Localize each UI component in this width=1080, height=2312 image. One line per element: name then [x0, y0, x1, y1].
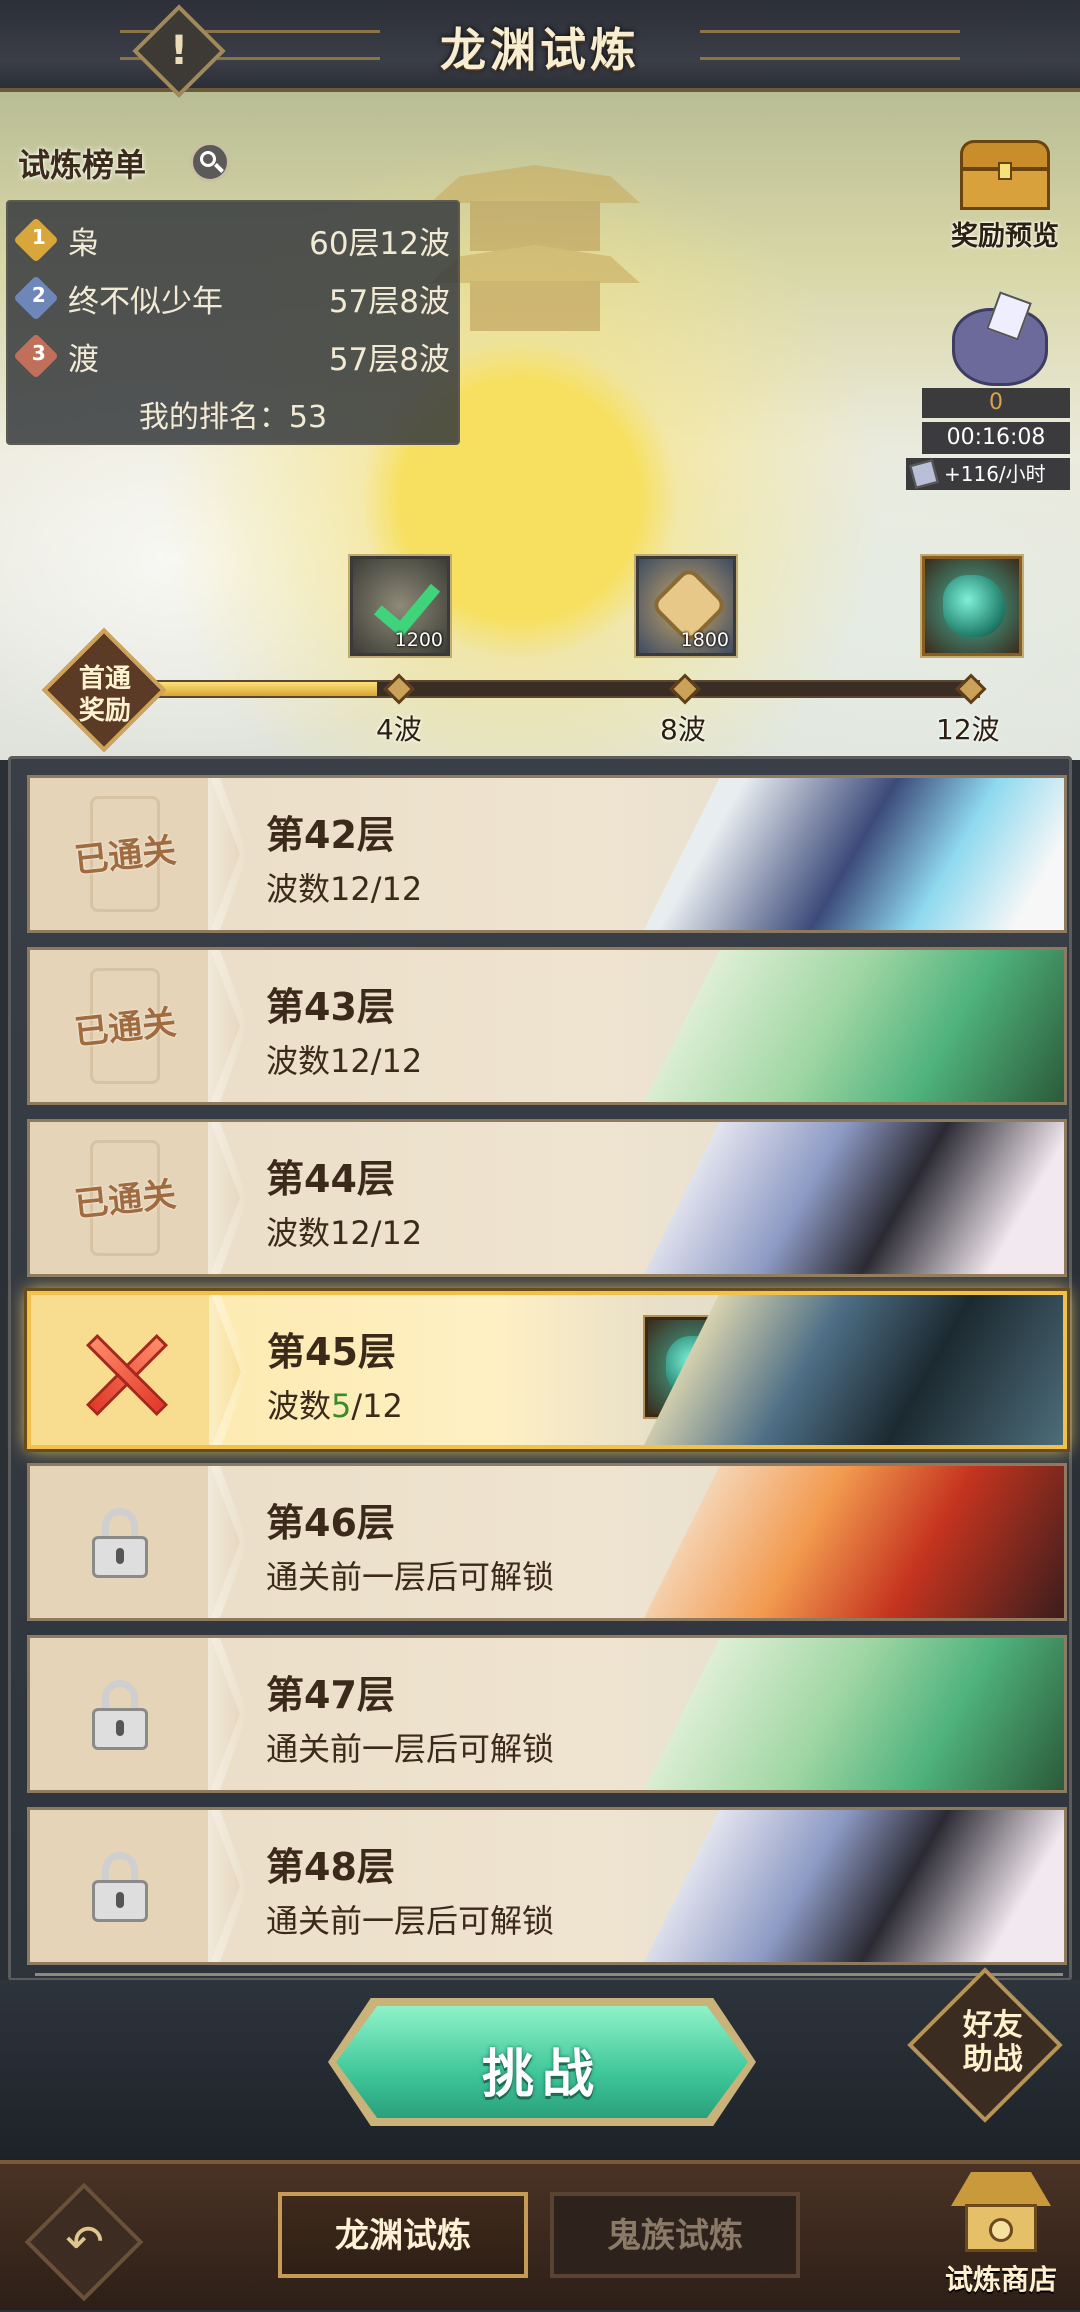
pagoda-illustration [430, 165, 640, 395]
first-clear-reward-1[interactable]: 1200 [350, 556, 450, 656]
rank-1-medal-icon: 1 [13, 217, 59, 263]
progress-fill [132, 682, 378, 696]
rank-2-medal-icon: 2 [13, 275, 59, 321]
material-bag-icon[interactable] [942, 288, 1062, 388]
bag-count: 0 [922, 388, 1070, 418]
reward-preview-label: 奖励预览 [951, 221, 1059, 252]
player-score: 57层8波 [328, 342, 450, 378]
trial-shop-button[interactable]: 试炼商店 [928, 2172, 1074, 2312]
treasure-chest-icon [960, 140, 1050, 210]
progress-label: 8波 [660, 713, 706, 746]
player-name: 终不似少年 [68, 284, 223, 320]
lock-icon [92, 1680, 148, 1750]
floor-item-48-locked[interactable]: 第48层 通关前一层后可解锁 [27, 1807, 1067, 1965]
hero-portrait [644, 1122, 1064, 1274]
bottom-nav: ↶ 龙渊试炼 鬼族试炼 试炼商店 [0, 2160, 1080, 2310]
rank-3-medal-icon: 3 [13, 333, 59, 379]
friend-assist-label: 好友 助战 [962, 2007, 1023, 2077]
check-icon [373, 568, 441, 638]
hero-portrait [644, 1466, 1064, 1618]
reward-amount: 1800 [680, 629, 729, 651]
list-divider [35, 1973, 1063, 1976]
player-name: 枭 [68, 226, 99, 262]
crossed-swords-icon [75, 1325, 175, 1425]
first-clear-reward-3[interactable] [922, 556, 1022, 656]
player-score: 57层8波 [328, 284, 450, 320]
leaderboard-row: 3 渡 57层8波 [13, 330, 450, 380]
back-button[interactable]: ↶ [24, 2182, 144, 2302]
page-title: 龙渊试炼 [440, 23, 640, 77]
first-clear-reward-2[interactable]: 1800 [636, 556, 736, 656]
trial-shop-label: 试炼商店 [944, 2263, 1057, 2296]
floor-item-46-locked[interactable]: 第46层 通关前一层后可解锁 [27, 1463, 1067, 1621]
floor-title: 第47层 [266, 1673, 395, 1717]
reward-preview-button[interactable]: 奖励预览 [940, 140, 1070, 260]
my-rank-text: 我的排名：53 [138, 400, 328, 435]
back-arrow-icon: ↶ [65, 2214, 104, 2269]
challenge-button[interactable]: 挑战 [336, 2006, 748, 2118]
floor-item-45-current[interactable]: 第45层 波数5/12 [27, 1291, 1067, 1449]
leaderboard-title[interactable]: 试炼榜单 [18, 140, 146, 186]
search-icon[interactable] [190, 142, 230, 182]
floor-item-44[interactable]: 已通关 第44层 波数12/12 [27, 1119, 1067, 1277]
gem-icon [943, 575, 1005, 637]
floor-unlock-hint: 通关前一层后可解锁 [266, 1730, 555, 1768]
leaderboard-panel[interactable]: 1 枭 60层12波 2 终不似少年 57层8波 3 渡 57层8波 我的排名：… [6, 200, 460, 445]
floor-waves: 波数12/12 [266, 1214, 423, 1252]
tab-dragon-abyss-trial[interactable]: 龙渊试炼 [278, 2192, 528, 2278]
top-header: ! 龙渊试炼 [0, 0, 1080, 98]
hero-portrait [644, 1638, 1064, 1790]
hero-portrait [644, 950, 1064, 1102]
progress-label: 12波 [936, 713, 1000, 746]
challenge-label: 挑战 [481, 2045, 602, 2105]
shop-building-icon [951, 2172, 1051, 2252]
lock-icon [92, 1508, 148, 1578]
player-name: 渡 [68, 342, 99, 378]
floor-item-43[interactable]: 已通关 第43层 波数12/12 [27, 947, 1067, 1105]
player-score: 60层12波 [309, 226, 450, 262]
bag-rate: +116/小时 [906, 458, 1070, 490]
scroll-icon [909, 459, 939, 489]
tab-ghost-clan-trial[interactable]: 鬼族试炼 [550, 2192, 800, 2278]
floor-unlock-hint: 通关前一层后可解锁 [266, 1558, 555, 1596]
lock-icon [92, 1852, 148, 1922]
floor-list[interactable]: 已通关 第42层 波数12/12 已通关 第43层 波数12/12 已通关 第4… [8, 756, 1072, 1981]
first-clear-progress-bar [130, 680, 980, 698]
floor-title: 第48层 [266, 1845, 395, 1889]
floor-title: 第43层 [266, 985, 395, 1029]
bag-timer: 00:16:08 [922, 422, 1070, 454]
floor-waves: 波数12/12 [266, 1042, 423, 1080]
floor-title: 第42层 [266, 813, 395, 857]
reward-amount: 1200 [394, 629, 443, 651]
floor-waves: 波数12/12 [266, 870, 423, 908]
hero-portrait [644, 778, 1064, 930]
floor-title: 第45层 [267, 1330, 396, 1374]
floor-item-42[interactable]: 已通关 第42层 波数12/12 [27, 775, 1067, 933]
floor-unlock-hint: 通关前一层后可解锁 [266, 1902, 555, 1940]
floor-item-47-locked[interactable]: 第47层 通关前一层后可解锁 [27, 1635, 1067, 1793]
floor-waves: 波数5/12 [267, 1387, 403, 1425]
floor-title: 第44层 [266, 1157, 395, 1201]
leaderboard-row: 1 枭 60层12波 [13, 214, 450, 264]
progress-label: 4波 [376, 713, 422, 746]
leaderboard-row: 2 终不似少年 57层8波 [13, 272, 450, 322]
floor-title: 第46层 [266, 1501, 395, 1545]
hero-portrait [644, 1810, 1064, 1962]
